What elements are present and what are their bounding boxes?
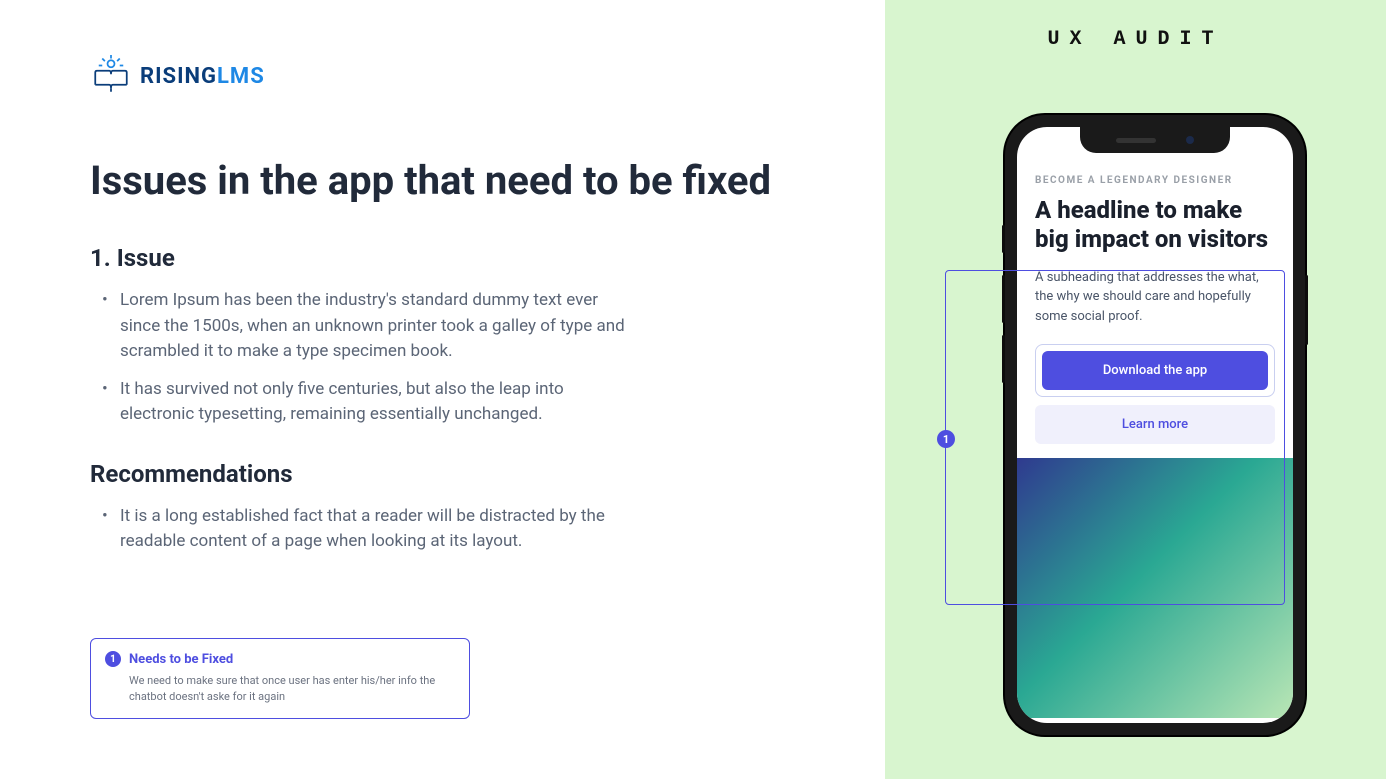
logo-icon — [90, 55, 132, 97]
phone-speaker — [1116, 138, 1156, 143]
logo-text: RISINGLMS — [140, 64, 265, 89]
phone-primary-cta-wrap: Download the app — [1035, 344, 1275, 397]
phone-mute-switch — [1002, 225, 1005, 253]
phone-notch — [1080, 127, 1230, 153]
recommendations-heading: Recommendations — [90, 460, 795, 488]
callout-title: Needs to be Fixed — [129, 652, 233, 667]
phone-volume-up — [1002, 275, 1005, 323]
issue-bullet: Lorem Ipsum has been the industry's stan… — [102, 288, 642, 365]
logo-text-rising: RISING — [140, 64, 217, 89]
phone-screen: BECOME A LEGENDARY DESIGNER A headline t… — [1017, 127, 1293, 723]
callout-number-badge: 1 — [105, 651, 121, 667]
page-title: Issues in the app that need to be fixed — [90, 157, 795, 204]
download-app-button[interactable]: Download the app — [1042, 351, 1268, 390]
annotation-marker: 1 — [937, 430, 955, 448]
right-panel: UX AUDIT BECOME A LEGENDARY DESIGNER A h… — [885, 0, 1386, 779]
phone-volume-down — [1002, 335, 1005, 383]
callout-card: 1 Needs to be Fixed We need to make sure… — [90, 638, 470, 719]
phone-mockup: BECOME A LEGENDARY DESIGNER A headline t… — [1005, 115, 1305, 735]
learn-more-button[interactable]: Learn more — [1035, 405, 1275, 444]
left-panel: RISINGLMS Issues in the app that need to… — [0, 0, 885, 779]
brand-logo: RISINGLMS — [90, 55, 795, 97]
logo-text-lms: LMS — [217, 64, 265, 89]
recommendations-bullets: It is a long established fact that a rea… — [90, 504, 795, 555]
phone-subheading: A subheading that addresses the what, th… — [1035, 268, 1275, 327]
phone-hero-image — [1017, 458, 1293, 718]
issue-bullet: It has survived not only five centuries,… — [102, 377, 642, 428]
ux-audit-label: UX AUDIT — [1047, 28, 1223, 51]
recommendations-bullet: It is a long established fact that a rea… — [102, 504, 642, 555]
phone-headline: A headline to make big impact on visitor… — [1035, 196, 1275, 254]
issue-heading: 1. Issue — [90, 244, 795, 272]
phone-content: BECOME A LEGENDARY DESIGNER A headline t… — [1017, 127, 1293, 444]
issue-bullets: Lorem Ipsum has been the industry's stan… — [90, 288, 795, 428]
callout-header: 1 Needs to be Fixed — [105, 651, 455, 667]
phone-eyebrow: BECOME A LEGENDARY DESIGNER — [1035, 175, 1275, 186]
callout-body: We need to make sure that once user has … — [105, 673, 455, 704]
phone-camera — [1186, 136, 1194, 144]
phone-power-button — [1305, 275, 1308, 345]
